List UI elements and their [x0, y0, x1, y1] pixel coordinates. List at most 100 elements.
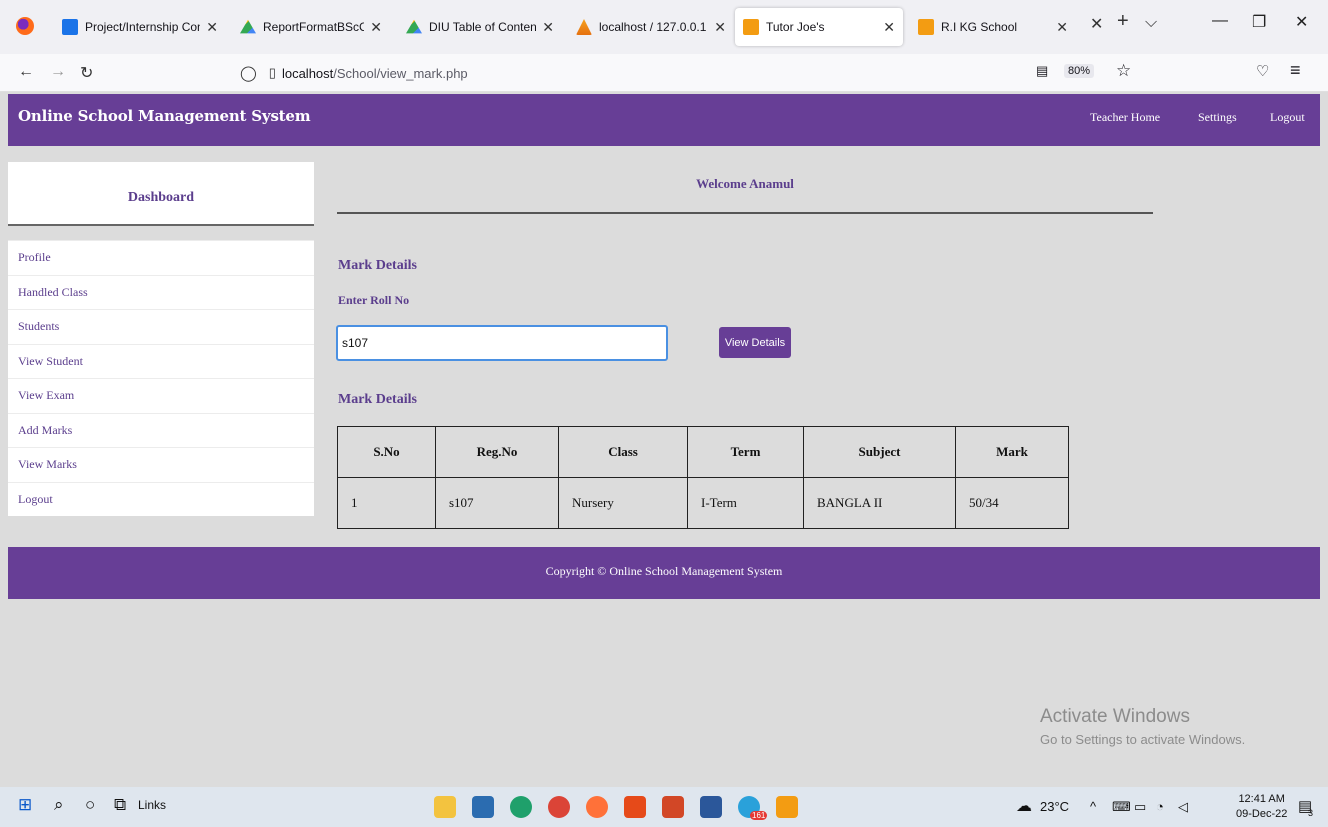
close-icon[interactable]: ✕ — [1056, 19, 1068, 36]
reload-icon[interactable]: ↻ — [80, 63, 93, 83]
tab-tutor-joes[interactable]: Tutor Joe's ✕ — [735, 8, 903, 46]
activate-windows-watermark: Activate Windows Go to Settings to activ… — [1040, 706, 1245, 747]
tab-title: localhost / 127.0.0.1 / s — [599, 20, 708, 34]
sidebar-heading: Dashboard — [8, 162, 314, 226]
phpmyadmin-icon — [576, 19, 592, 35]
windows-start-icon[interactable]: ⊞ — [18, 795, 32, 815]
tab-project-internship[interactable]: Project/Internship Con ✕ — [54, 8, 226, 46]
volume-icon[interactable]: ◁ — [1178, 799, 1188, 815]
google-drive-icon — [406, 19, 422, 34]
page-icon: ▯ — [268, 65, 276, 80]
tab-report-format[interactable]: ReportFormatBScCSEU ✕ — [232, 8, 390, 46]
sidebar-item-profile[interactable]: Profile — [8, 240, 314, 275]
view-details-button[interactable]: View Details — [719, 327, 791, 358]
tab-title: Project/Internship Con — [85, 20, 201, 34]
column-header: Subject — [803, 426, 956, 478]
tab-diu-table[interactable]: DIU Table of Content-D ✕ — [398, 8, 562, 46]
nav-logout[interactable]: Logout — [1270, 110, 1305, 125]
cell-mark: 50/34 — [955, 477, 1069, 529]
firefox-icon[interactable] — [586, 796, 608, 818]
table-row: 1 s107 Nursery I-Term BANGLA II 50/34 — [337, 477, 1069, 529]
tab-phpmyadmin[interactable]: localhost / 127.0.0.1 / s ✕ — [568, 8, 734, 46]
close-icon[interactable]: ✕ — [542, 19, 554, 36]
back-icon[interactable]: ← — [18, 63, 34, 81]
sidebar-item-view-student[interactable]: View Student — [8, 343, 314, 379]
close-icon[interactable]: ✕ — [1090, 14, 1103, 34]
column-header: S.No — [337, 426, 436, 478]
tab-title: R.I KG School — [941, 20, 1018, 34]
tab-title: DIU Table of Content-D — [429, 20, 537, 34]
taskbar: ⊞ ⌕ ○ ⧉ Links 161 ☁ 23°C ^ ⌨ ▭ ◔ ◁ 12:41… — [0, 787, 1328, 827]
close-icon[interactable]: ✕ — [206, 19, 218, 36]
close-icon[interactable]: ✕ — [714, 19, 726, 36]
cell-reg-no: s107 — [435, 477, 559, 529]
welcome-text: Welcome Anamul — [696, 176, 794, 191]
edge-icon[interactable] — [510, 796, 532, 818]
cortana-icon[interactable]: ○ — [85, 795, 95, 815]
xampp-icon[interactable] — [776, 796, 798, 818]
column-header: Class — [558, 426, 688, 478]
system-clock[interactable]: 12:41 AM 09-Dec-22 — [1236, 792, 1287, 822]
search-icon[interactable]: ⌕ — [54, 795, 64, 815]
clock-time: 12:41 AM — [1238, 793, 1285, 805]
chrome-icon[interactable] — [548, 796, 570, 818]
sidebar-item-logout[interactable]: Logout — [8, 481, 314, 517]
telegram-badge: 161 — [750, 811, 768, 820]
clock-date: 09-Dec-22 — [1236, 808, 1288, 820]
window-close-icon[interactable]: ✕ — [1295, 12, 1308, 32]
browser-tab-bar: Project/Internship Con ✕ ReportFormatBSc… — [0, 0, 1328, 54]
wifi-icon[interactable]: ◔ — [1156, 799, 1164, 814]
office-icon[interactable] — [624, 796, 646, 818]
column-header: Term — [687, 426, 804, 478]
battery-icon[interactable]: ▭ — [1134, 799, 1146, 815]
powerpoint-icon[interactable] — [662, 796, 684, 818]
nav-teacher-home[interactable]: Teacher Home — [1090, 110, 1160, 125]
weather-icon[interactable]: ☁ — [1016, 796, 1032, 816]
site-footer: Copyright © Online School Management Sys… — [8, 547, 1320, 599]
sidebar-item-handled-class[interactable]: Handled Class — [8, 274, 314, 310]
google-drive-icon — [240, 19, 256, 34]
roll-number-input[interactable] — [336, 325, 668, 361]
roll-label: Enter Roll No — [338, 293, 410, 307]
cell-subject: BANGLA II — [803, 477, 956, 529]
task-view-icon[interactable]: ⧉ — [114, 795, 126, 815]
restore-icon[interactable]: ❐ — [1252, 12, 1266, 32]
address-bar[interactable]: ◯ ▯ localhost/School/view_mark.php — [240, 60, 970, 86]
divider — [337, 212, 1153, 214]
hamburger-menu-icon[interactable]: ≡ — [1290, 60, 1301, 81]
activation-title: Activate Windows — [1040, 706, 1190, 727]
site-title: Online School Management System — [18, 107, 311, 125]
sheets-icon — [62, 19, 78, 35]
firefox-icon[interactable] — [16, 17, 34, 35]
sidebar-item-view-exam[interactable]: View Exam — [8, 378, 314, 413]
weather-temp[interactable]: 23°C — [1040, 799, 1069, 814]
sidebar-menu: Profile Handled Class Students View Stud… — [8, 240, 314, 516]
file-explorer-icon[interactable] — [434, 796, 456, 818]
word-icon[interactable] — [700, 796, 722, 818]
minimize-icon[interactable]: — — [1212, 12, 1228, 30]
close-icon[interactable]: ✕ — [370, 19, 382, 36]
close-icon[interactable]: ✕ — [883, 19, 895, 36]
sidebar-item-students[interactable]: Students — [8, 309, 314, 344]
chevron-up-icon[interactable]: ^ — [1090, 799, 1096, 814]
sidebar-item-view-marks[interactable]: View Marks — [8, 447, 314, 482]
url-host: localhost — [281, 65, 334, 81]
bookmark-star-icon[interactable]: ☆ — [1116, 61, 1131, 81]
pocket-icon[interactable]: ♡ — [1256, 62, 1269, 80]
links-toolbar[interactable]: Links — [138, 798, 166, 812]
url-path: /School/view_mark.php — [333, 65, 468, 81]
nav-settings[interactable]: Settings — [1198, 110, 1237, 125]
sidebar-item-add-marks[interactable]: Add Marks — [8, 412, 314, 448]
store-icon[interactable] — [472, 796, 494, 818]
xampp-icon — [743, 19, 759, 35]
new-tab-icon[interactable]: + — [1117, 10, 1129, 33]
reader-mode-icon[interactable]: ▤ — [1036, 63, 1048, 79]
tab-title: ReportFormatBScCSEU — [263, 20, 365, 34]
cell-sno: 1 — [337, 477, 436, 529]
ime-icon[interactable]: ⌨ — [1112, 799, 1131, 815]
chevron-down-icon[interactable]: ⌵ — [1145, 14, 1157, 32]
tab-ri-kg-school[interactable]: R.I KG School ✕ — [910, 8, 1076, 46]
forward-icon[interactable]: → — [50, 63, 66, 81]
shield-icon[interactable]: ◯ — [240, 64, 257, 82]
zoom-level[interactable]: 80% — [1064, 64, 1095, 78]
